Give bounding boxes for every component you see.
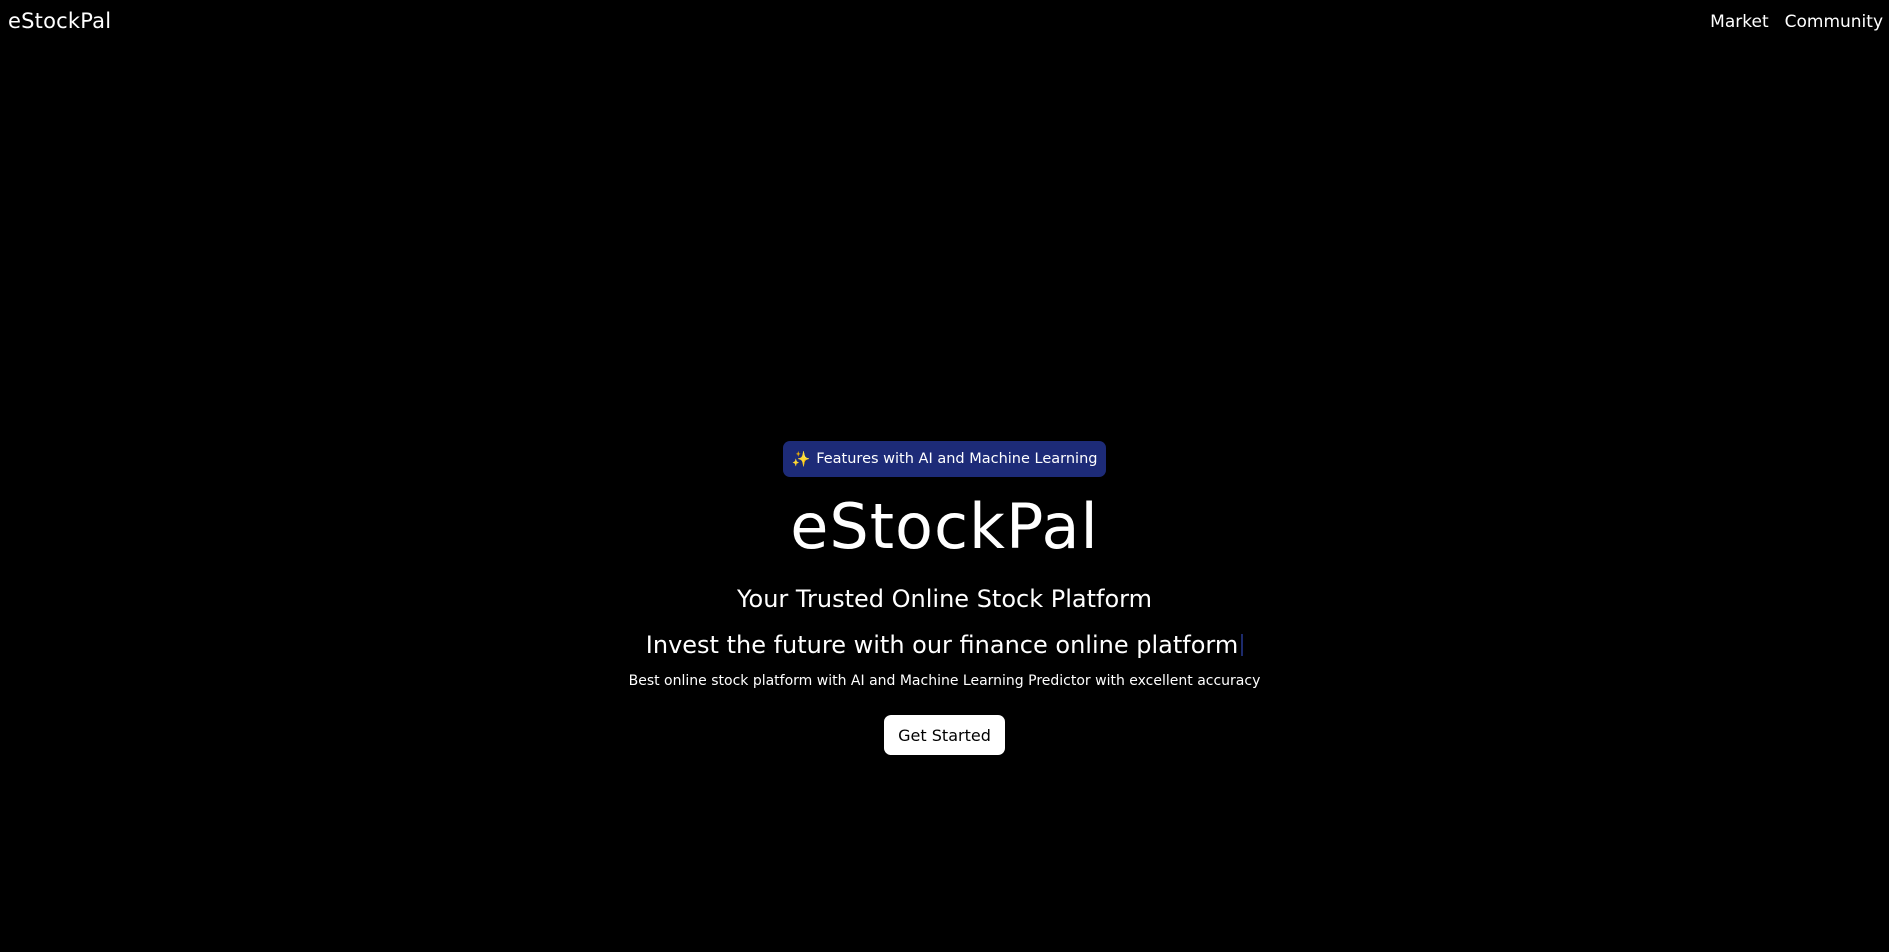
feature-badge-label: Features with AI and Machine Learning bbox=[816, 451, 1098, 467]
hero-section: ✨ Features with AI and Machine Learning … bbox=[0, 441, 1889, 755]
brand-logo-link[interactable]: eStockPal bbox=[8, 9, 111, 33]
hero-subtitle: Your Trusted Online Stock Platform bbox=[737, 585, 1152, 613]
hero-description: Best online stock platform with AI and M… bbox=[628, 673, 1261, 689]
nav-link-community[interactable]: Community bbox=[1785, 12, 1883, 32]
navbar: eStockPal Market Community bbox=[0, 0, 1889, 44]
typing-caret bbox=[1241, 634, 1244, 656]
hero-title: eStockPal bbox=[790, 490, 1099, 563]
feature-badge: ✨ Features with AI and Machine Learning bbox=[782, 441, 1107, 477]
nav-link-market[interactable]: Market bbox=[1710, 12, 1768, 32]
get-started-button[interactable]: Get Started bbox=[884, 715, 1005, 755]
sparkles-icon: ✨ bbox=[791, 450, 811, 468]
nav-links: Market Community bbox=[1710, 12, 1883, 32]
hero-tagline-text: Invest the future with our finance onlin… bbox=[645, 631, 1239, 659]
hero-tagline: Invest the future with our finance onlin… bbox=[645, 629, 1244, 661]
